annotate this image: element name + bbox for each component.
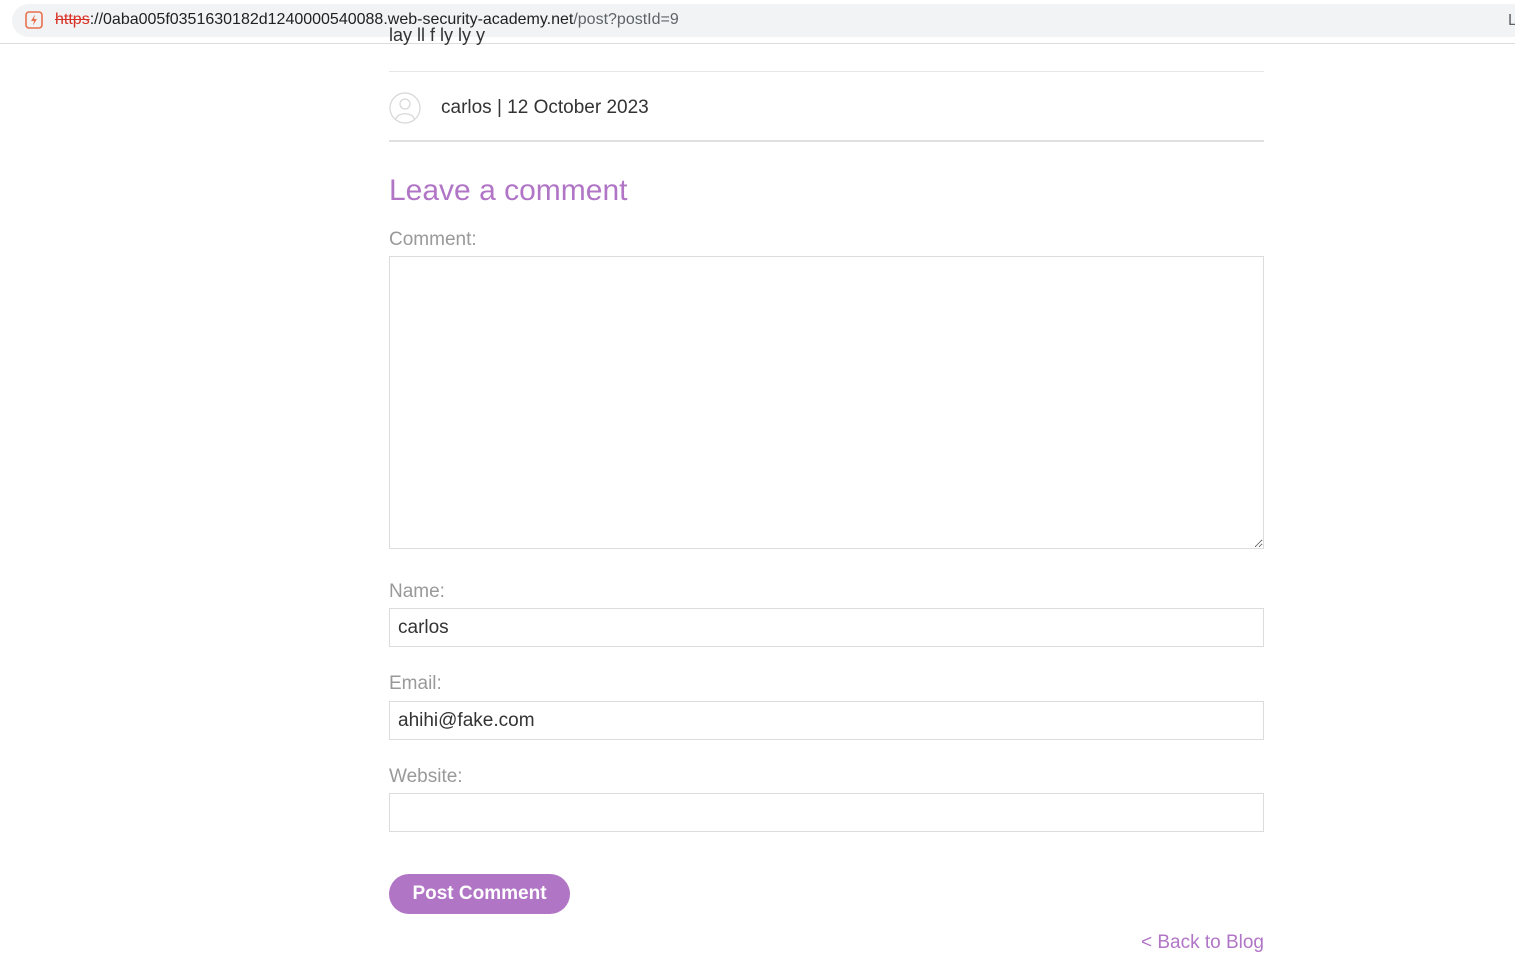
url-scheme: https — [55, 11, 90, 28]
comment-textarea[interactable] — [389, 256, 1264, 549]
comment-author-date: carlos | 12 October 2023 — [441, 97, 649, 118]
comment-label: Comment: — [389, 229, 477, 250]
website-input[interactable] — [389, 793, 1264, 832]
name-input[interactable] — [389, 608, 1264, 647]
back-to-blog-link[interactable]: < Back to Blog — [1141, 932, 1264, 954]
browser-address-bar: https://0aba005f0351630182d1240000540088… — [0, 0, 1515, 44]
name-label: Name: — [389, 581, 445, 602]
not-secure-icon[interactable] — [25, 11, 43, 29]
email-label: Email: — [389, 673, 442, 694]
leave-comment-heading: Leave a comment — [389, 174, 628, 207]
url-text[interactable]: https://0aba005f0351630182d1240000540088… — [55, 11, 679, 29]
comment-meta: carlos | 12 October 2023 — [389, 91, 649, 125]
url-path: /post?postId=9 — [573, 11, 679, 28]
url-edge-glyph: L — [1508, 12, 1515, 29]
divider — [389, 140, 1264, 142]
divider — [389, 71, 1264, 72]
post-body-cutoff-text: lay ll f ly ly y — [389, 25, 486, 45]
website-label: Website: — [389, 766, 463, 787]
email-input[interactable] — [389, 701, 1264, 740]
avatar-icon — [389, 92, 421, 124]
post-comment-button[interactable]: Post Comment — [389, 874, 570, 914]
url-host: ://0aba005f0351630182d1240000540088.web-… — [89, 11, 574, 28]
